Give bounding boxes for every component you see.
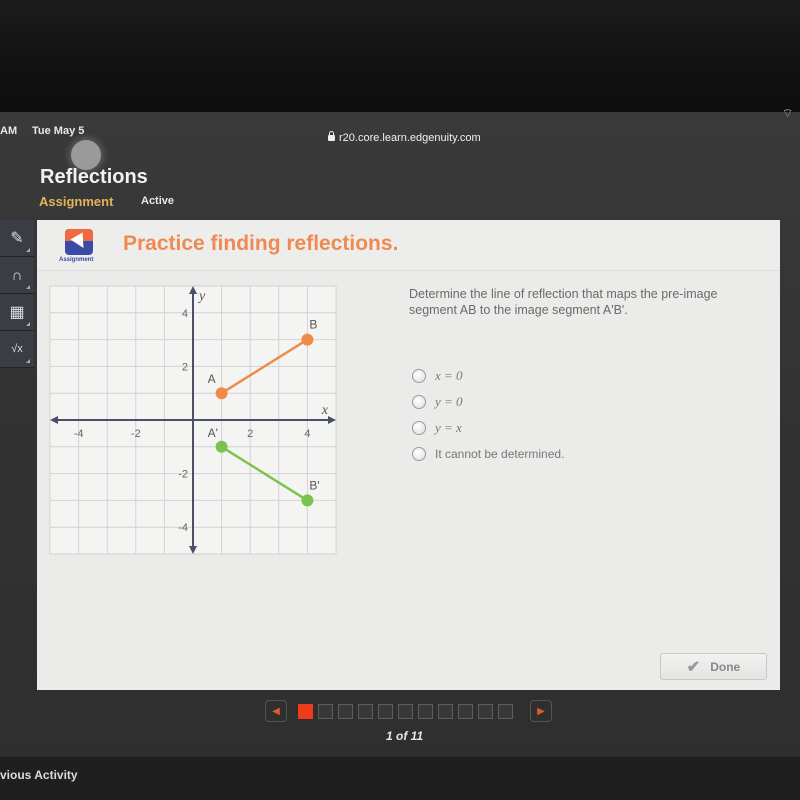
radio-button[interactable] <box>412 395 426 409</box>
status-time: AM <box>0 125 18 137</box>
x-tick-label: -2 <box>131 428 141 440</box>
wifi-icon: ⌔ <box>782 106 794 120</box>
pencil-tool-button[interactable]: ✎ <box>0 220 34 257</box>
next-question-button[interactable]: ▶ <box>530 700 552 722</box>
calculator-tool-button[interactable]: ▦ <box>0 294 34 331</box>
option-cannot-be-determined[interactable]: It cannot be determined. <box>412 440 564 468</box>
option-label: It cannot be determined. <box>435 447 565 461</box>
point-b-prime <box>301 494 314 507</box>
option-y-equals-0[interactable]: y = 0 <box>412 388 564 416</box>
formula-icon: √x <box>11 343 23 355</box>
question-indicator-9[interactable] <box>458 704 473 719</box>
y-tick-label: 2 <box>182 361 188 373</box>
radio-button[interactable] <box>412 421 426 435</box>
formula-tool-button[interactable]: √x <box>0 331 34 368</box>
calculator-icon: ▦ <box>9 304 25 321</box>
graph-svg: x y -4 -2 2 4 4 2 -2 -4 A B A' B' <box>49 285 337 555</box>
tool-sidebar: ✎ ∩ ▦ √x <box>0 220 34 370</box>
assignment-icon <box>65 229 93 255</box>
radio-button[interactable] <box>412 447 426 461</box>
question-indicator-5[interactable] <box>378 704 393 719</box>
assignment-badge-label: Assignment <box>59 257 94 263</box>
answer-options: x = 0 y = 0 y = x It cannot be determine… <box>412 364 564 468</box>
question-indicator-4[interactable] <box>358 704 373 719</box>
practice-title: Practice finding reflections. <box>123 232 399 255</box>
y-axis-label: y <box>197 289 206 304</box>
point-a-prime <box>215 440 228 453</box>
previous-activity-link[interactable]: vious Activity <box>0 768 78 782</box>
question-indicator-11[interactable] <box>498 704 513 719</box>
point-label: B' <box>309 478 319 492</box>
url-text: r20.core.learn.edgenuity.com <box>339 132 481 144</box>
point-label: A' <box>208 426 218 440</box>
point-label: A <box>208 372 216 386</box>
question-indicator-2[interactable] <box>318 704 333 719</box>
question-panel: Assignment Practice finding reflections.… <box>37 220 780 690</box>
address-url[interactable]: r20.core.learn.edgenuity.com <box>328 131 481 144</box>
headphones-tool-button[interactable]: ∩ <box>0 257 34 294</box>
question-indicator-1[interactable] <box>298 704 313 719</box>
question-indicator-3[interactable] <box>338 704 353 719</box>
option-label: y = 0 <box>435 394 463 409</box>
point-b <box>301 333 314 346</box>
x-tick-label: -4 <box>74 428 84 440</box>
panel-header: Assignment Practice finding reflections. <box>37 220 780 271</box>
done-label: Done <box>710 659 741 674</box>
option-y-equals-x[interactable]: y = x <box>412 414 564 442</box>
y-tick-label: -2 <box>178 469 188 481</box>
x-axis-label: x <box>321 403 329 418</box>
coordinate-graph: x y -4 -2 2 4 4 2 -2 -4 A B A' B' <box>48 284 338 556</box>
option-label: x = 0 <box>435 368 463 383</box>
question-text: Determine the line of reflection that ma… <box>409 287 718 317</box>
point-label: B <box>309 318 317 332</box>
headphones-icon: ∩ <box>11 266 23 284</box>
page-count: 1 of 11 <box>386 729 424 743</box>
tab-active[interactable]: Active <box>141 195 174 207</box>
bottom-bar <box>0 757 800 800</box>
device-bezel <box>0 0 800 112</box>
radio-button[interactable] <box>412 369 426 383</box>
option-x-equals-0[interactable]: x = 0 <box>412 362 564 390</box>
pencil-icon: ✎ <box>10 230 24 247</box>
option-label: y = x <box>435 420 462 435</box>
question-indicator-7[interactable] <box>418 704 433 719</box>
point-a <box>215 387 228 400</box>
question-indicator-10[interactable] <box>478 704 493 719</box>
x-tick-label: 2 <box>247 428 253 440</box>
x-tick-label: 4 <box>304 428 310 440</box>
previous-question-button[interactable]: ◀ <box>265 700 287 722</box>
status-date: Tue May 5 <box>32 125 85 137</box>
lock-icon <box>328 131 335 141</box>
checkmark-icon: ✔ <box>686 658 701 676</box>
y-tick-label: 4 <box>182 308 188 320</box>
status-bar: AM Tue May 5 r20.core.learn.edgenuity.co… <box>0 122 800 144</box>
question-indicator-6[interactable] <box>398 704 413 719</box>
page-title: Reflections <box>40 166 148 188</box>
question-indicator-8[interactable] <box>438 704 453 719</box>
tab-assignment[interactable]: Assignment <box>39 194 113 209</box>
y-tick-label: -4 <box>178 522 188 534</box>
done-button[interactable]: ✔ Done <box>660 653 767 680</box>
